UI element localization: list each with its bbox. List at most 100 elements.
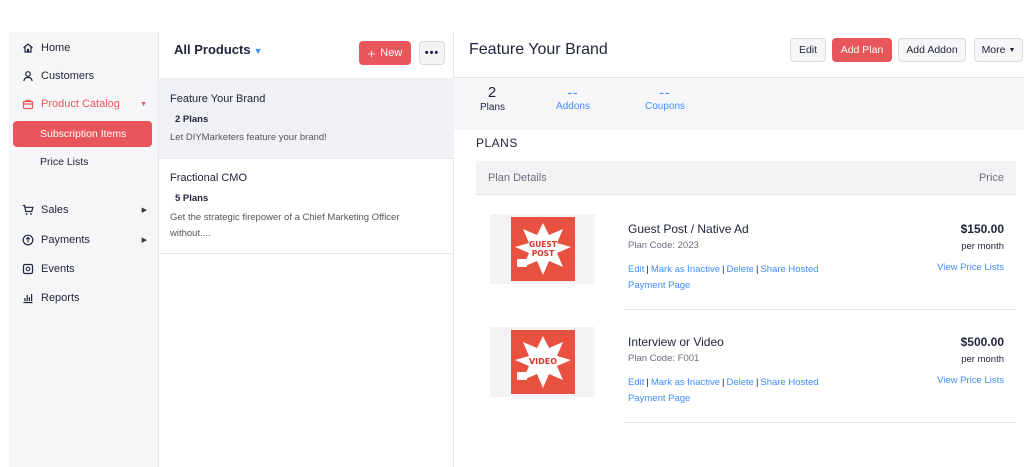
row-divider xyxy=(624,309,1016,310)
column-header-plan-details: Plan Details xyxy=(488,172,547,184)
plans-section-title: PLANS xyxy=(476,136,518,150)
plan-price: $500.00 xyxy=(960,335,1004,349)
sidebar-item-home[interactable]: Home xyxy=(9,36,159,60)
sidebar-item-events[interactable]: Events xyxy=(9,257,159,281)
share-hosted-link[interactable]: Share Hosted xyxy=(760,264,818,275)
stat-value: -- xyxy=(567,84,579,100)
user-icon xyxy=(21,69,35,83)
more-dropdown-button[interactable]: More ▼ xyxy=(974,38,1023,62)
separator: | xyxy=(755,377,759,388)
plan-row: VIDEO Interview or Video Plan Code: F001… xyxy=(476,313,1016,423)
stat-addons[interactable]: -- Addons xyxy=(553,84,593,112)
view-price-lists-link[interactable]: View Price Lists xyxy=(937,375,1004,386)
plan-price: $150.00 xyxy=(960,222,1004,236)
separator: | xyxy=(722,377,725,388)
chevron-down-icon: ▼ xyxy=(253,46,263,56)
product-filter-label: All Products xyxy=(174,42,251,57)
chevron-down-icon: ▼ xyxy=(1008,46,1016,54)
sidebar-item-product-catalog[interactable]: Product Catalog ▼ xyxy=(9,92,159,116)
sidebar: Home Customers Product Catalog ▼ Subscri… xyxy=(9,32,159,467)
add-addon-button[interactable]: Add Addon xyxy=(898,38,966,62)
product-list-item[interactable]: Fractional CMO 5 Plans Get the strategic… xyxy=(159,159,454,254)
svg-text:GUEST: GUEST xyxy=(529,240,558,249)
stat-coupons[interactable]: -- Coupons xyxy=(642,84,688,112)
detail-header: Feature Your Brand Edit Add Plan Add Add… xyxy=(454,32,1024,78)
sidebar-item-label: Sales xyxy=(41,204,69,216)
product-list-item[interactable]: Feature Your Brand 2 Plans Let DIYMarket… xyxy=(159,78,454,159)
share-hosted-link[interactable]: Share Hosted xyxy=(760,377,818,388)
stat-label: Plans xyxy=(480,102,506,113)
sidebar-item-label: Reports xyxy=(41,292,80,304)
sidebar-item-sales[interactable]: Sales ▶ xyxy=(9,198,159,222)
view-price-lists-link[interactable]: View Price Lists xyxy=(937,262,1004,273)
plan-code: Plan Code: 2023 xyxy=(628,240,699,251)
separator: | xyxy=(722,264,725,275)
svg-text:VIDEO: VIDEO xyxy=(528,357,556,366)
column-header-price: Price xyxy=(978,172,1004,184)
separator: | xyxy=(646,377,649,388)
product-list-panel: All Products ▼ + New ••• Feature Your Bra… xyxy=(159,32,454,467)
plan-name[interactable]: Guest Post / Native Ad xyxy=(628,222,749,236)
plan-name[interactable]: Interview or Video xyxy=(628,335,724,349)
sidebar-item-reports[interactable]: Reports xyxy=(9,286,159,310)
payment-icon xyxy=(21,233,35,247)
add-addon-label: Add Addon xyxy=(906,44,958,56)
plan-row: GUEST POST Guest Post / Native Ad Plan C… xyxy=(476,200,1016,310)
chevron-right-icon: ▶ xyxy=(141,207,147,214)
sidebar-item-payments[interactable]: Payments ▶ xyxy=(9,228,159,252)
sidebar-subitem-subscription-items[interactable]: Subscription Items xyxy=(13,121,152,147)
plan-edit-link[interactable]: Edit xyxy=(628,264,644,275)
stat-value: 2 xyxy=(487,84,497,101)
plan-code: Plan Code: F001 xyxy=(628,353,700,364)
events-icon xyxy=(21,262,35,276)
sidebar-item-label: Events xyxy=(41,263,75,275)
chevron-right-icon: ▶ xyxy=(141,237,147,244)
plan-artwork: GUEST POST xyxy=(510,217,575,281)
product-description: Get the strategic firepower of a Chief M… xyxy=(170,212,400,239)
plans-count-badge: 2 Plans xyxy=(175,113,209,125)
mark-inactive-link[interactable]: Mark as Inactive xyxy=(651,377,720,388)
sidebar-subitem-price-lists[interactable]: Price Lists xyxy=(13,149,152,175)
plan-actions: Edit | Mark as Inactive | Delete | Share Hoste… xyxy=(628,262,868,294)
plus-icon: + xyxy=(367,45,376,61)
plan-image: VIDEO xyxy=(490,327,595,397)
stat-plans[interactable]: 2 Plans xyxy=(480,84,506,113)
product-name: Fractional CMO xyxy=(170,172,248,184)
product-description: Let DIYMarketers feature your brand! xyxy=(170,132,327,143)
new-product-button[interactable]: + New xyxy=(359,41,411,65)
bag-icon xyxy=(21,97,35,111)
sidebar-item-label: Product Catalog xyxy=(41,98,120,110)
stats-bar: 2 Plans -- Addons -- Coupons xyxy=(454,78,1024,130)
app-root: Home Customers Product Catalog ▼ Subscri… xyxy=(0,0,1024,467)
edit-button-label: Edit xyxy=(798,44,818,56)
plan-actions: Edit | Mark as Inactive | Delete | Share Hoste… xyxy=(628,375,868,407)
sidebar-item-customers[interactable]: Customers xyxy=(9,64,159,88)
page-title: Feature Your Brand xyxy=(469,41,608,58)
mark-inactive-link[interactable]: Mark as Inactive xyxy=(651,264,720,275)
more-label: More xyxy=(981,44,1006,56)
plan-edit-link[interactable]: Edit xyxy=(628,377,644,388)
row-divider xyxy=(624,422,1016,423)
product-filter-dropdown[interactable]: All Products ▼ xyxy=(174,42,263,57)
plans-count-badge: 5 Plans xyxy=(175,192,209,204)
plan-artwork: VIDEO xyxy=(510,330,575,394)
delete-link[interactable]: Delete xyxy=(726,264,753,275)
top-strip xyxy=(0,0,1024,32)
separator: | xyxy=(755,264,759,275)
delete-link[interactable]: Delete xyxy=(726,377,753,388)
add-plan-button[interactable]: Add Plan xyxy=(832,38,892,62)
payment-page-link[interactable]: Payment Page xyxy=(628,280,690,291)
more-options-button[interactable]: ••• xyxy=(419,41,445,65)
edit-button[interactable]: Edit xyxy=(790,38,826,62)
sidebar-item-label: Payments xyxy=(41,234,90,246)
svg-text:POST: POST xyxy=(531,249,554,258)
new-button-label: New xyxy=(380,47,403,59)
home-icon xyxy=(21,41,35,55)
plans-table-header: Plan Details Price xyxy=(476,161,1016,195)
product-detail-panel: Feature Your Brand Edit Add Plan Add Add… xyxy=(454,32,1024,467)
more-dots-icon: ••• xyxy=(424,47,440,59)
separator: | xyxy=(646,264,649,275)
stat-label: Coupons xyxy=(644,101,686,112)
payment-page-link[interactable]: Payment Page xyxy=(628,393,690,404)
plan-image: GUEST POST xyxy=(490,214,595,284)
